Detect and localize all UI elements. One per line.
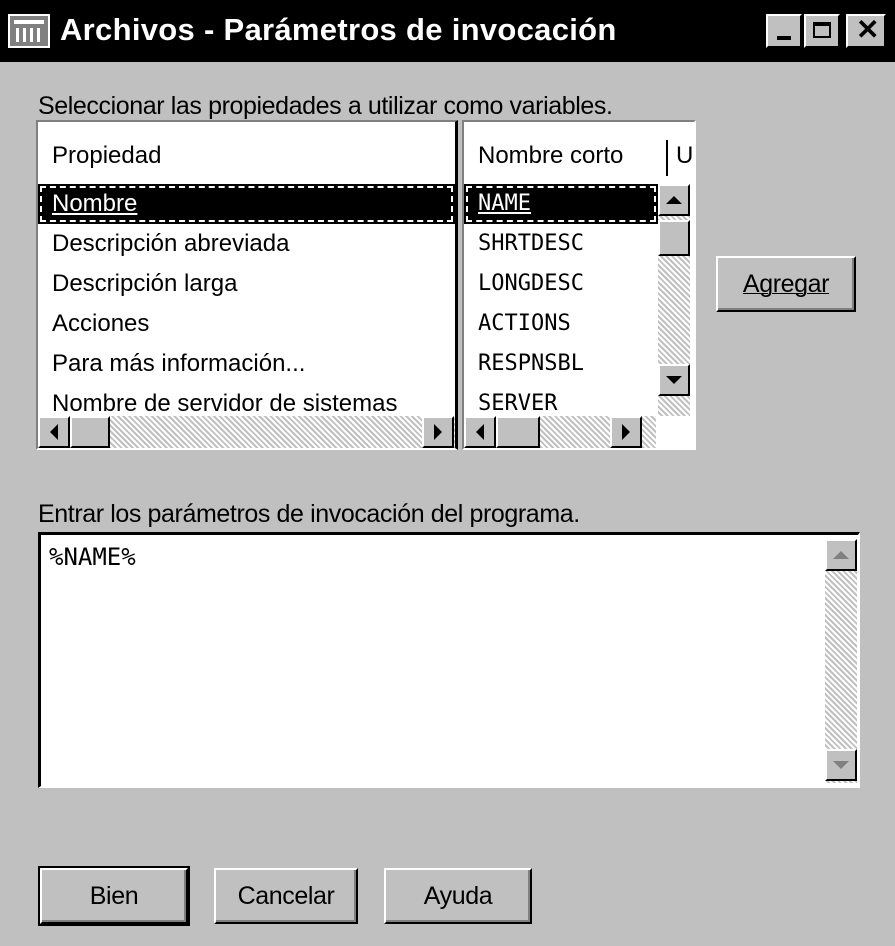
list-item[interactable]: Para más información... (38, 344, 455, 384)
scroll-left-button[interactable] (38, 416, 70, 448)
short-name-vscrollbar[interactable] (658, 184, 690, 416)
property-list-hscrollbar[interactable] (38, 416, 455, 448)
scroll-down-button[interactable] (825, 749, 857, 781)
list-item[interactable]: Descripción abreviada (38, 224, 455, 264)
list-item-label: Nombre (52, 190, 138, 217)
parameters-input-value: %NAME% (49, 543, 136, 571)
list-item-selected[interactable]: NAME (464, 184, 658, 224)
list-item[interactable]: RESPNSBL (464, 344, 658, 384)
parameters-label: Entrar los parámetros de invocación del … (38, 500, 580, 528)
list-item[interactable]: Acciones (38, 304, 455, 344)
column-header-property[interactable]: Propiedad (38, 122, 455, 184)
maximize-button[interactable] (804, 14, 840, 48)
column-header-next[interactable]: U (676, 122, 693, 190)
column-header-short-name[interactable]: Nombre corto U (464, 122, 694, 184)
list-item[interactable]: Descripción larga (38, 264, 455, 304)
add-button[interactable]: Agregar (716, 256, 856, 312)
scroll-thumb[interactable] (496, 416, 540, 448)
scroll-right-button[interactable] (610, 416, 642, 448)
cancel-button[interactable]: Cancelar (214, 868, 358, 924)
help-button-label: Ayuda (423, 882, 493, 910)
scroll-thumb[interactable] (70, 416, 110, 448)
window-icon[interactable] (8, 14, 50, 48)
title-bar[interactable]: Archivos - Parámetros de invocación ✕ (0, 0, 895, 62)
help-button[interactable]: Ayuda (384, 868, 532, 924)
add-button-label: Agregar (742, 270, 830, 298)
parameters-input[interactable]: %NAME% (38, 532, 860, 788)
list-item[interactable]: LONGDESC (464, 264, 658, 304)
properties-label: Seleccionar las propiedades a utilizar c… (38, 92, 613, 120)
ok-button-label: Bien (89, 882, 139, 910)
short-name-list[interactable]: Nombre corto U NAME SHRTDESC LONGDESC AC… (462, 120, 696, 450)
scroll-thumb[interactable] (658, 220, 690, 256)
scroll-up-button[interactable] (825, 539, 857, 571)
scroll-left-button[interactable] (464, 416, 496, 448)
list-item-label: NAME (478, 191, 531, 216)
list-item-selected[interactable]: Nombre (38, 184, 455, 224)
scroll-up-button[interactable] (658, 184, 690, 216)
close-icon: ✕ (856, 14, 880, 45)
window-title: Archivos - Parámetros de invocación (60, 12, 617, 47)
column-divider[interactable] (666, 140, 668, 176)
close-button[interactable]: ✕ (846, 14, 886, 48)
scroll-down-button[interactable] (658, 364, 690, 396)
short-name-hscrollbar[interactable] (464, 416, 656, 448)
cancel-button-label: Cancelar (237, 882, 335, 910)
column-header-label: Nombre corto (478, 142, 624, 169)
parameters-vscrollbar[interactable] (825, 539, 857, 783)
ok-button[interactable]: Bien (38, 866, 190, 926)
list-item[interactable]: SHRTDESC (464, 224, 658, 264)
scroll-right-button[interactable] (422, 416, 454, 448)
list-item[interactable]: ACTIONS (464, 304, 658, 344)
property-list[interactable]: Propiedad Nombre Descripción abreviada D… (36, 120, 458, 450)
minimize-button[interactable] (766, 14, 802, 48)
